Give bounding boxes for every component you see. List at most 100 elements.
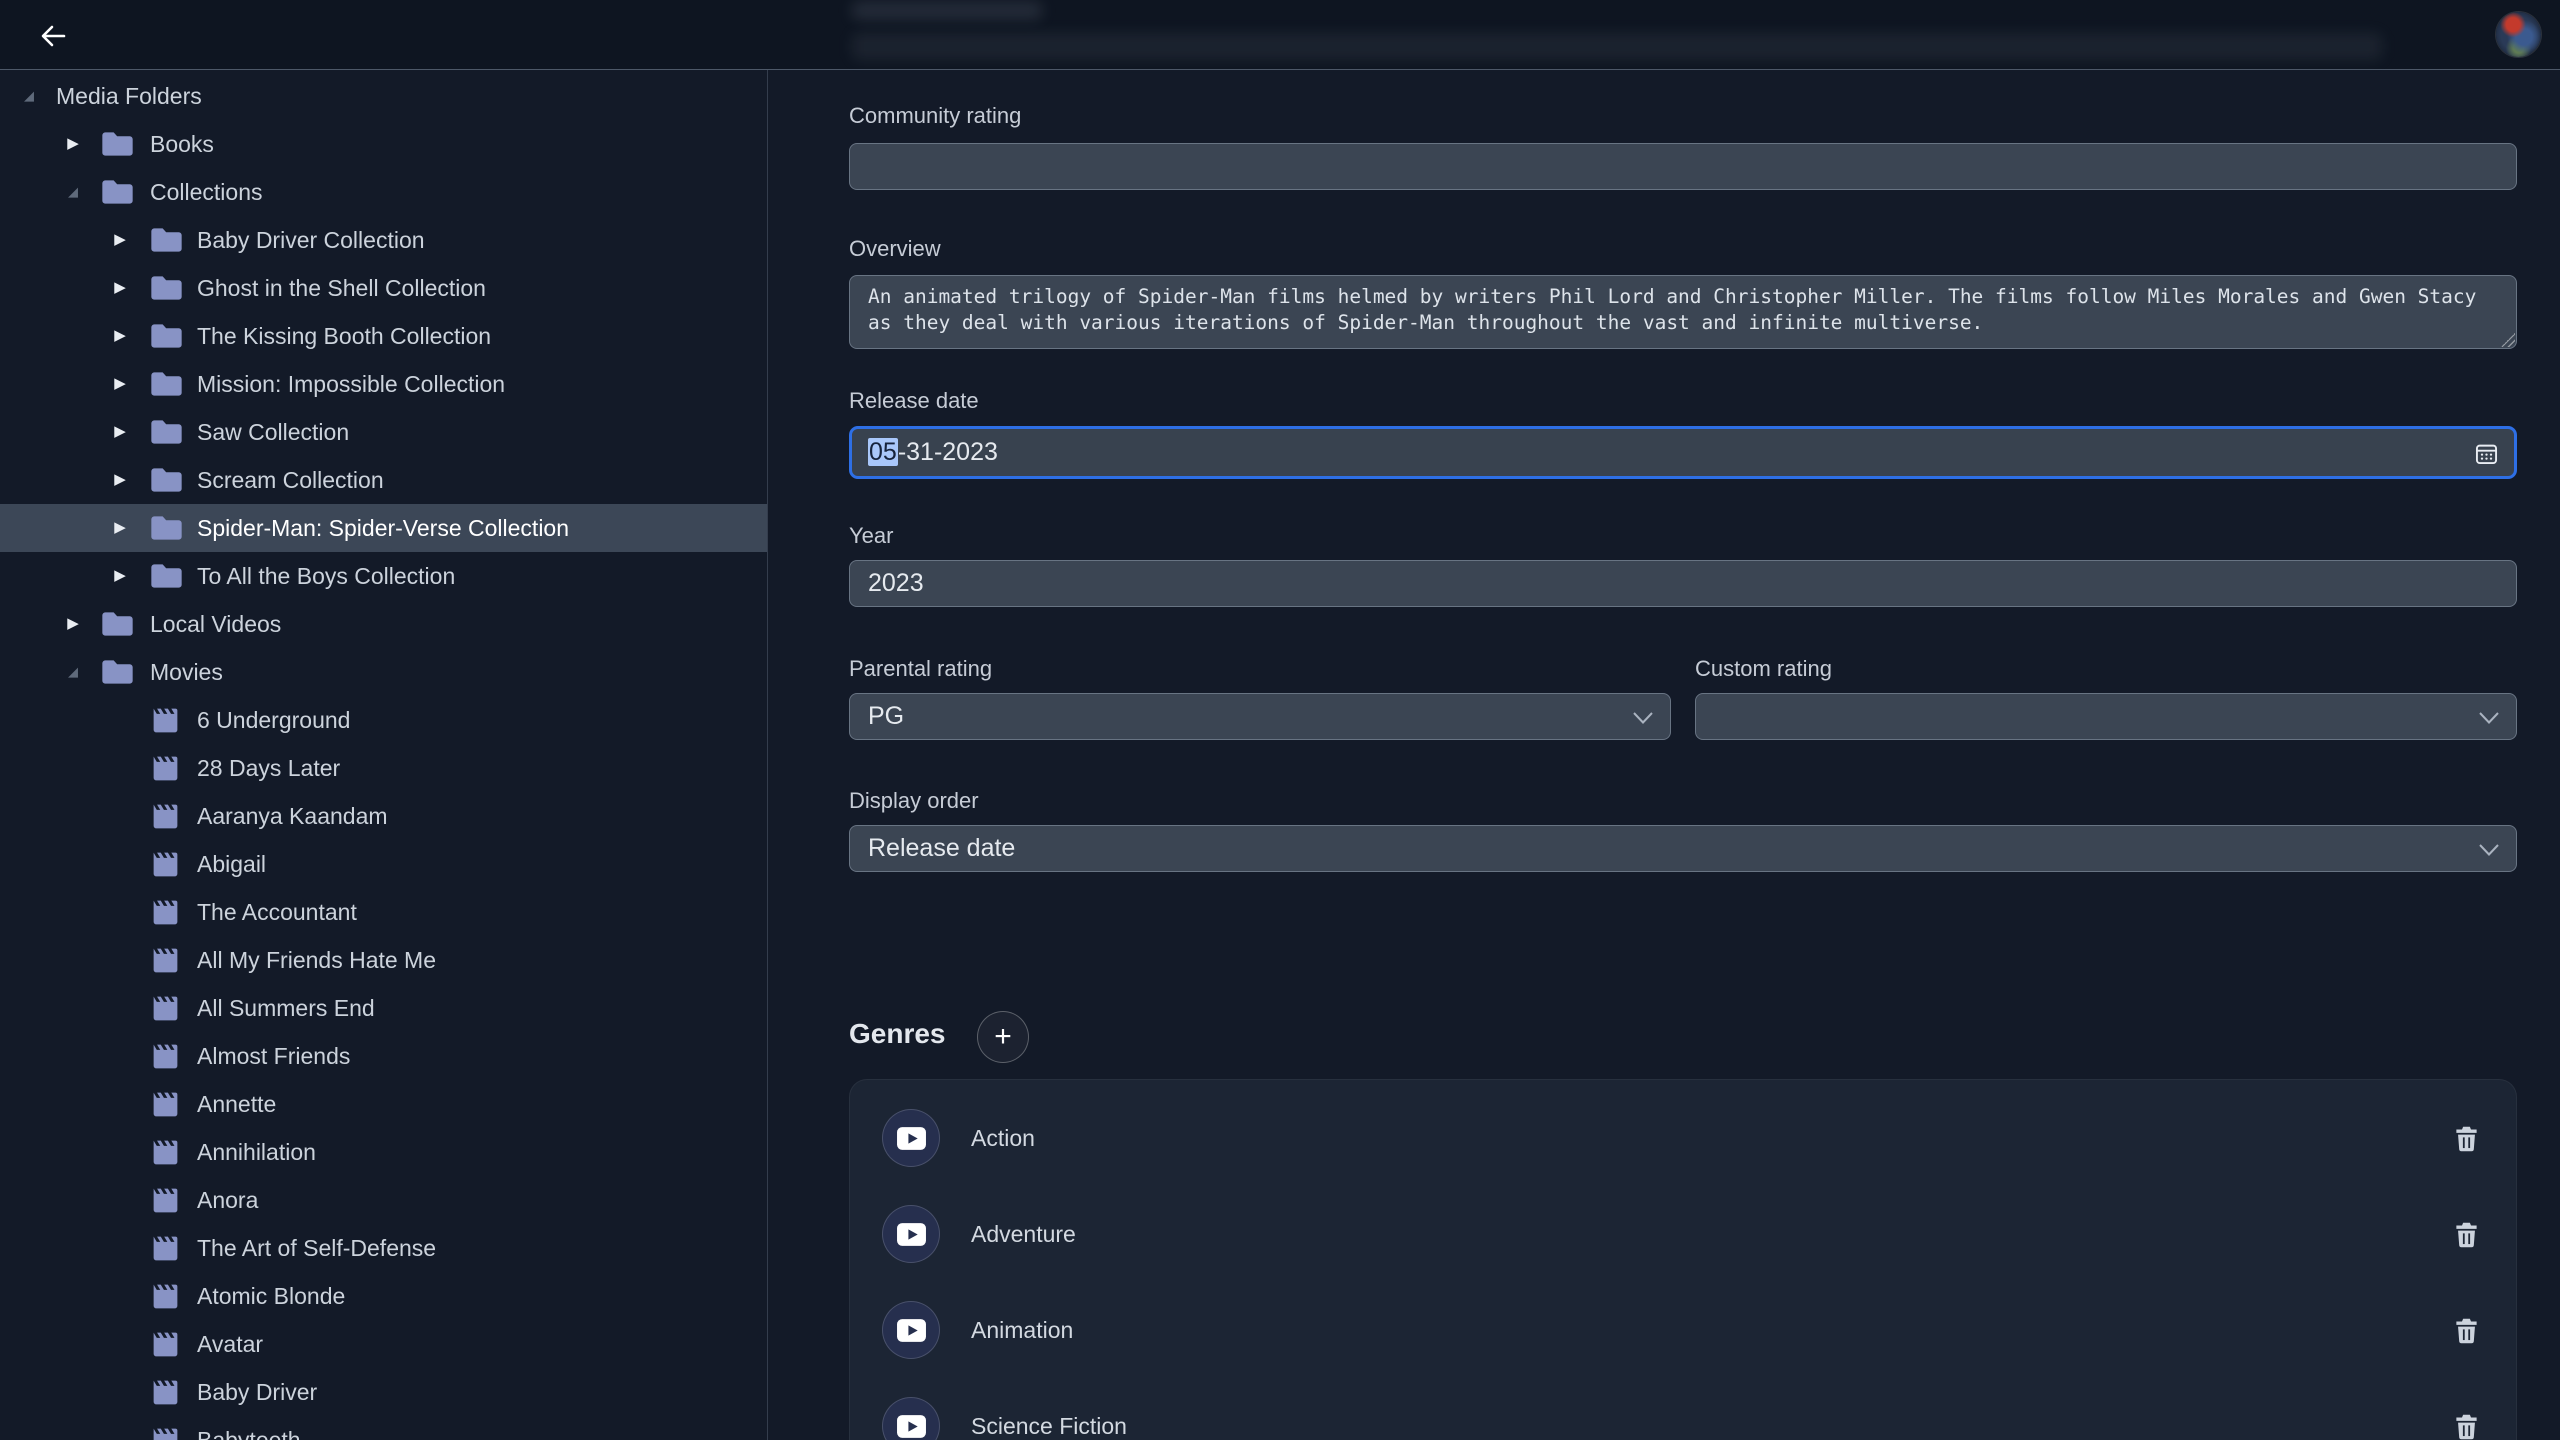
tree-item-movie[interactable]: All My Friends Hate Me [0,936,768,984]
tree-item-folder[interactable]: ▶ Ghost in the Shell Collection [0,264,768,312]
expand-caret-icon[interactable]: ▶ [63,120,83,168]
folder-icon [149,226,184,254]
trash-icon[interactable] [2452,1124,2480,1152]
movie-icon [149,1378,182,1407]
display-order-select[interactable]: Release date [849,825,2517,872]
expand-caret-icon[interactable]: ▶ [110,360,130,408]
tree-item-movie[interactable]: Avatar [0,1320,768,1368]
tree-item-label: Books [150,131,214,158]
tree-item-label: Annette [197,1091,276,1118]
tree-item-label: The Kissing Booth Collection [197,323,491,350]
folder-icon [100,178,135,206]
chevron-down-icon [1632,711,1654,725]
collapse-caret-icon[interactable]: ◢ [63,648,83,696]
expand-caret-icon[interactable]: ▶ [110,312,130,360]
collapse-caret-icon[interactable]: ◢ [19,72,39,120]
top-app-bar [0,0,2560,70]
custom-rating-select[interactable] [1695,693,2517,740]
movie-icon [149,1042,182,1071]
display-order-label: Display order [849,788,979,814]
expand-caret-icon[interactable]: ▶ [110,504,130,552]
genre-label: Adventure [971,1186,1076,1282]
chevron-down-icon [2478,843,2500,857]
tree-item-movie[interactable]: Almost Friends [0,1032,768,1080]
expand-caret-icon[interactable]: ▶ [110,552,130,600]
tree-item-movie[interactable]: Abigail [0,840,768,888]
movie-icon [149,706,182,735]
collapse-caret-icon[interactable]: ◢ [63,168,83,216]
tree-item-movie[interactable]: 6 Underground [0,696,768,744]
tree-item-folder[interactable]: ▶ Spider-Man: Spider-Verse Collection [0,504,768,552]
movie-icon [149,898,182,927]
trash-icon[interactable] [2452,1316,2480,1344]
folder-icon [149,322,184,350]
genre-label: Action [971,1090,1035,1186]
parental-rating-select[interactable]: PG [849,693,1671,740]
tree-item-folder[interactable]: ◢Collections [0,168,768,216]
movie-icon [149,946,182,975]
tree-item-movie[interactable]: Babyteeth [0,1416,768,1440]
tree-item-label: Abigail [197,851,266,878]
parental-rating-label: Parental rating [849,656,992,682]
movie-icon [149,994,182,1023]
tree-item-label: Almost Friends [197,1043,350,1070]
smart-display-icon [882,1109,940,1167]
expand-caret-icon[interactable]: ▶ [63,600,83,648]
overview-textarea[interactable] [849,275,2517,349]
tree-item-label: Ghost in the Shell Collection [197,275,486,302]
blurred-title-text [852,2,1042,19]
expand-caret-icon[interactable]: ▶ [110,408,130,456]
movie-icon [149,850,182,879]
folder-icon [100,610,135,638]
tree-item-label: Spider-Man: Spider-Verse Collection [197,515,569,542]
smart-display-icon [882,1301,940,1359]
tree-item-movie[interactable]: The Accountant [0,888,768,936]
tree-item-movie[interactable]: Annette [0,1080,768,1128]
calendar-icon[interactable] [2473,440,2500,467]
tree-item-folder[interactable]: ▶Local Videos [0,600,768,648]
expand-caret-icon[interactable]: ▶ [110,216,130,264]
display-order-value: Release date [868,834,1015,863]
movie-icon [149,1330,182,1359]
tree-item-folder[interactable]: ▶Mission: Impossible Collection [0,360,768,408]
folder-icon [149,370,184,398]
community-rating-input[interactable] [849,143,2517,190]
tree-item-folder[interactable]: ◢Media Folders [0,72,768,120]
genre-list-item: Action [850,1090,2518,1186]
movie-icon [149,1234,182,1263]
add-genre-button[interactable]: + [977,1011,1029,1063]
year-input[interactable] [849,560,2517,607]
back-button[interactable] [34,17,72,55]
tree-item-movie[interactable]: Aaranya Kaandam [0,792,768,840]
tree-item-movie[interactable]: Atomic Blonde [0,1272,768,1320]
genre-list-item: Science Fiction [850,1378,2518,1440]
expand-caret-icon[interactable]: ▶ [110,264,130,312]
tree-item-movie[interactable]: 28 Days Later [0,744,768,792]
tree-item-label: Anora [197,1187,258,1214]
tree-item-movie[interactable]: Baby Driver [0,1368,768,1416]
overview-label: Overview [849,236,941,262]
tree-item-movie[interactable]: All Summers End [0,984,768,1032]
plus-icon: + [994,1020,1012,1054]
movie-icon [149,1090,182,1119]
tree-item-folder[interactable]: ▶ The Kissing Booth Collection [0,312,768,360]
tree-item-folder[interactable]: ▶Saw Collection [0,408,768,456]
release-date-input[interactable]: 05-31-2023 [849,426,2517,479]
tree-item-movie[interactable]: The Art of Self-Defense [0,1224,768,1272]
trash-icon[interactable] [2452,1220,2480,1248]
tree-item-label: Annihilation [197,1139,316,1166]
tree-item-folder[interactable]: ▶To All the Boys Collection [0,552,768,600]
metadata-editor-form: Community rating Overview Release date 0… [849,0,2517,1440]
expand-caret-icon[interactable]: ▶ [110,456,130,504]
tree-item-folder[interactable]: ▶Scream Collection [0,456,768,504]
tree-item-folder[interactable]: ▶Baby Driver Collection [0,216,768,264]
movie-icon [149,1426,182,1440]
tree-item-label: Aaranya Kaandam [197,803,388,830]
tree-item-folder[interactable]: ◢Movies [0,648,768,696]
chevron-down-icon [2478,711,2500,725]
user-avatar[interactable] [2496,12,2541,57]
tree-item-movie[interactable]: Anora [0,1176,768,1224]
tree-item-folder[interactable]: ▶ Books [0,120,768,168]
tree-item-movie[interactable]: Annihilation [0,1128,768,1176]
trash-icon[interactable] [2452,1412,2480,1440]
